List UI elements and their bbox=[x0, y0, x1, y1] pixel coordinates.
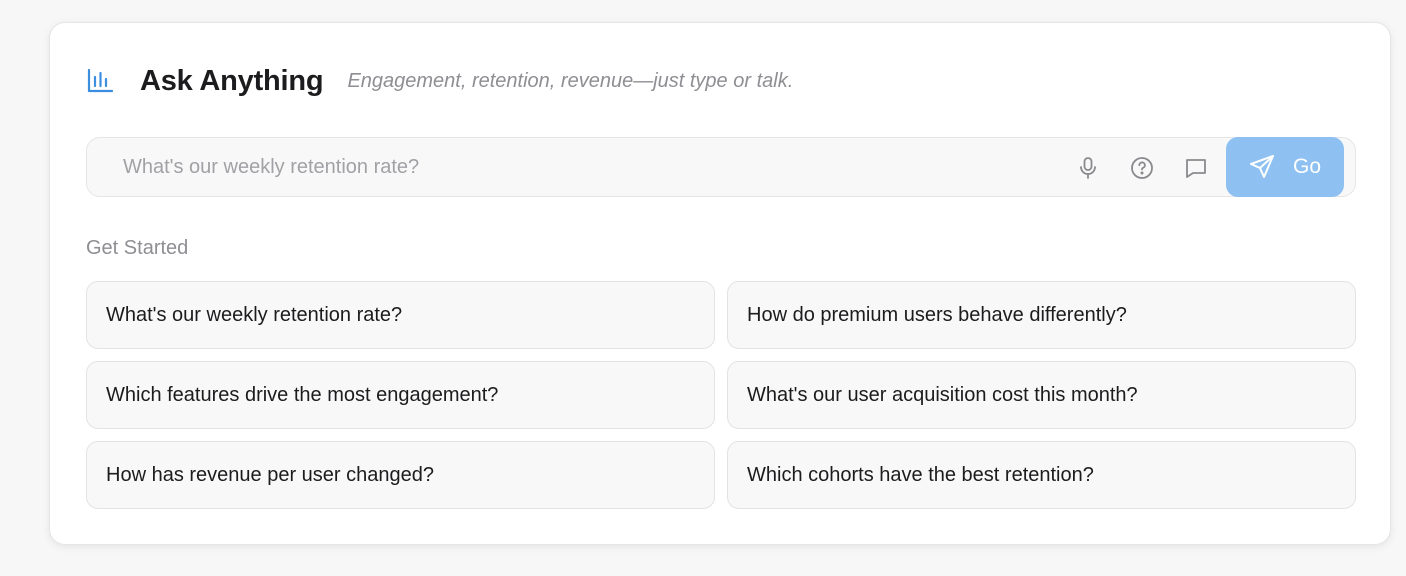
suggestion-chip[interactable]: Which features drive the most engagement… bbox=[86, 361, 715, 429]
microphone-icon[interactable] bbox=[1072, 152, 1104, 184]
go-button[interactable]: Go bbox=[1226, 137, 1344, 197]
search-input[interactable] bbox=[87, 138, 1047, 196]
suggestion-grid: What's our weekly retention rate? How do… bbox=[86, 281, 1356, 509]
suggestion-chip[interactable]: How has revenue per user changed? bbox=[86, 441, 715, 509]
page-title: Ask Anything bbox=[140, 64, 324, 97]
suggestion-chip[interactable]: How do premium users behave differently? bbox=[727, 281, 1356, 349]
suggestion-chip[interactable]: Which cohorts have the best retention? bbox=[727, 441, 1356, 509]
section-label: Get Started bbox=[86, 237, 189, 259]
ask-anything-card: Ask Anything Engagement, retention, reve… bbox=[49, 22, 1391, 545]
suggestion-chip[interactable]: What's our weekly retention rate? bbox=[86, 281, 715, 349]
chat-icon[interactable] bbox=[1180, 152, 1212, 184]
send-icon bbox=[1249, 154, 1275, 180]
card-header: Ask Anything Engagement, retention, reve… bbox=[86, 63, 793, 99]
suggestion-chip[interactable]: What's our user acquisition cost this mo… bbox=[727, 361, 1356, 429]
page-subtitle: Engagement, retention, revenue—just type… bbox=[347, 69, 794, 92]
bar-chart-icon bbox=[86, 67, 114, 95]
go-button-label: Go bbox=[1292, 155, 1321, 178]
help-icon[interactable] bbox=[1126, 152, 1158, 184]
search-bar: Go bbox=[86, 137, 1356, 197]
